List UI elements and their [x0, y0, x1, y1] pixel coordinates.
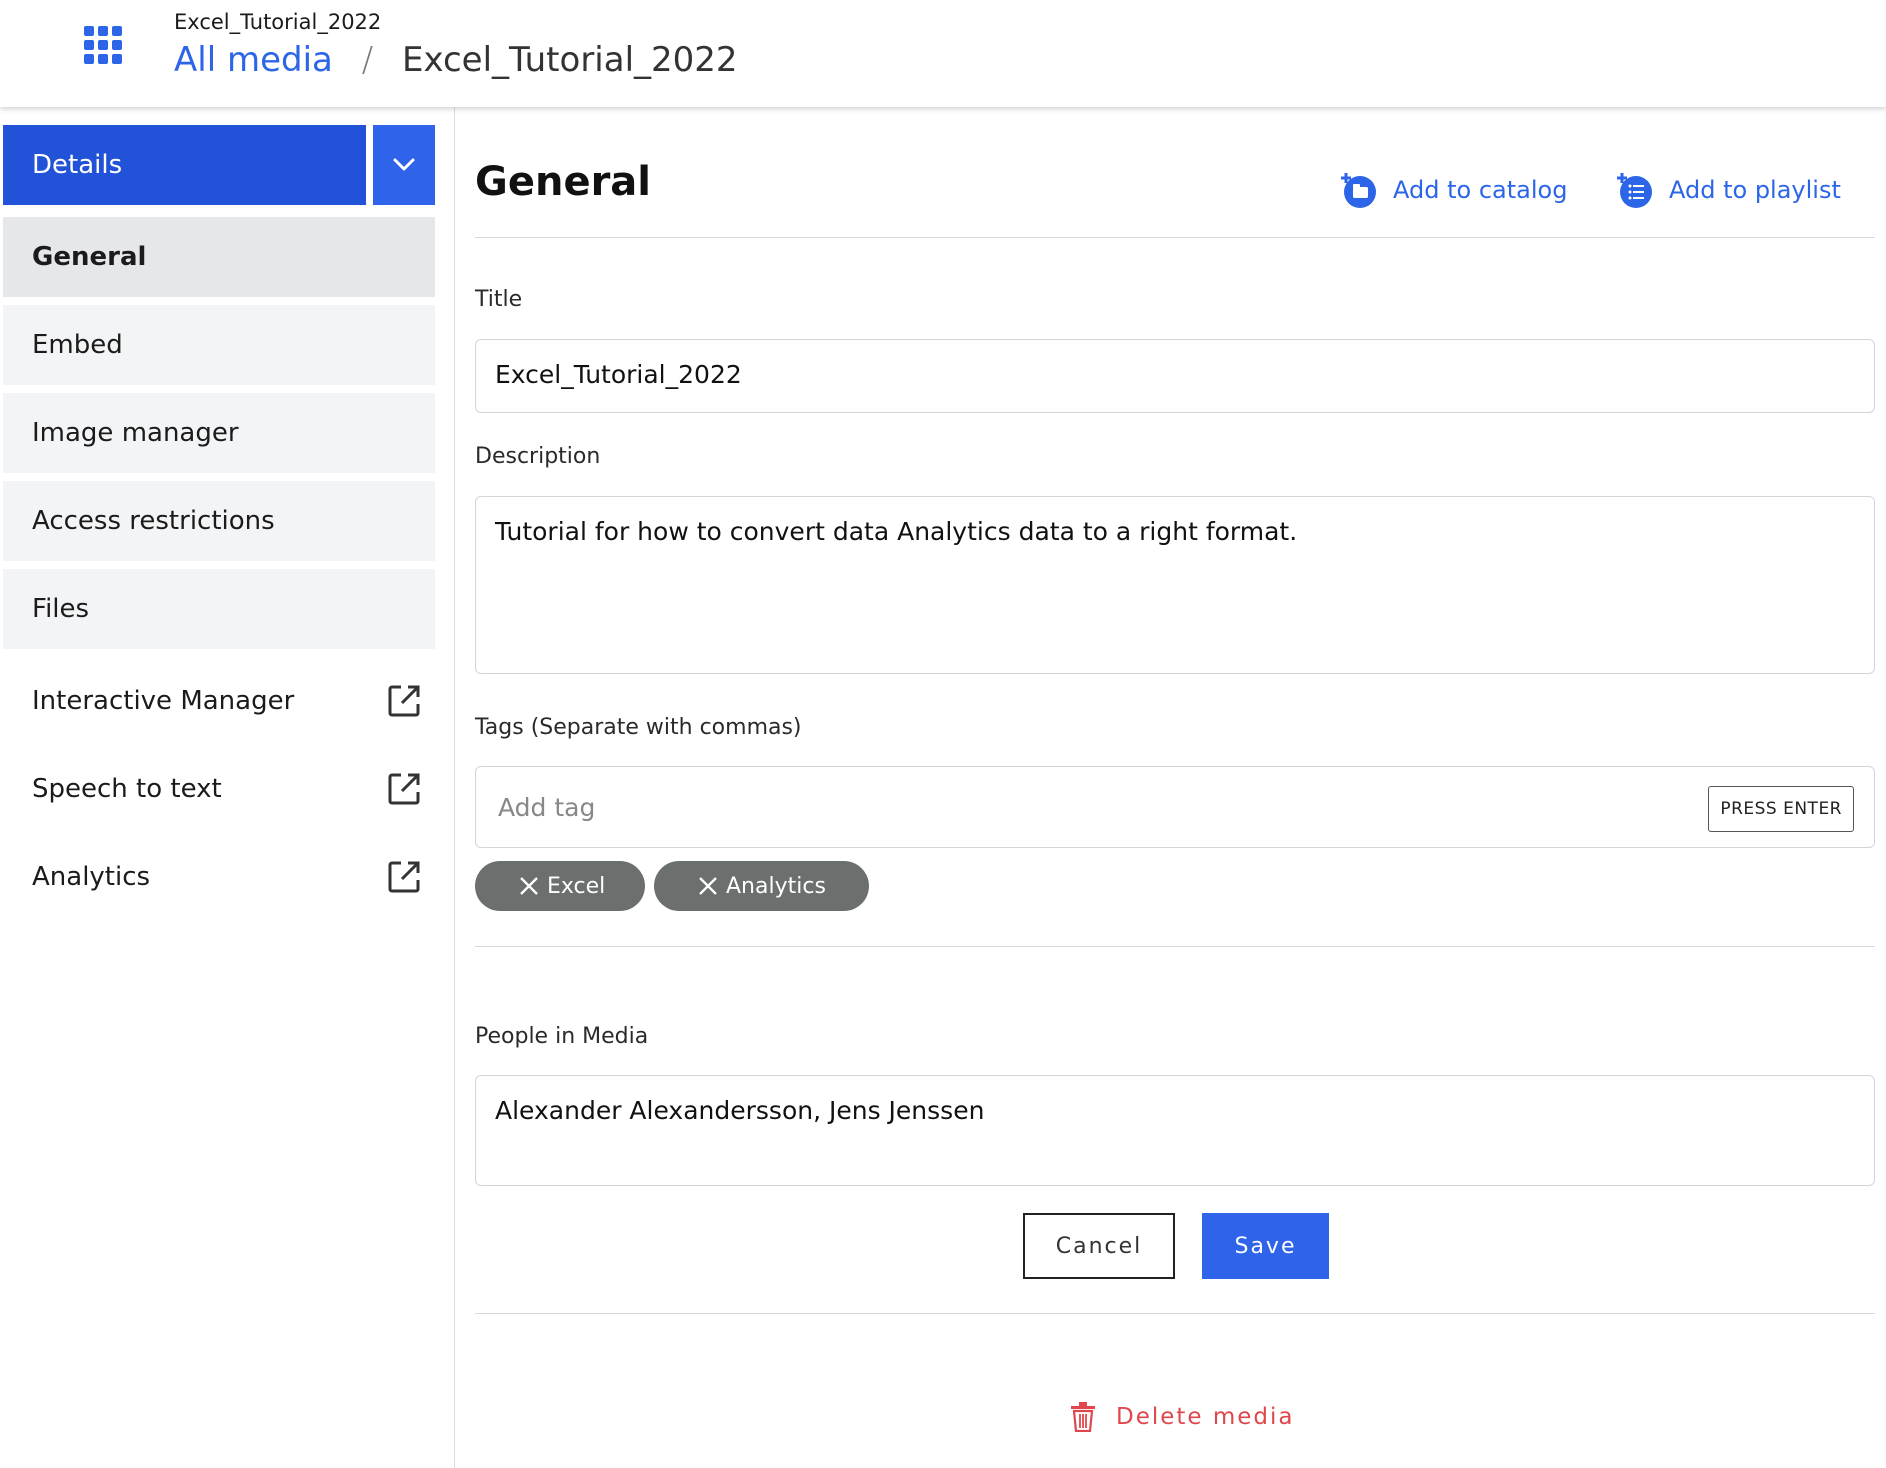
- close-icon[interactable]: [698, 876, 718, 896]
- chevron-down-icon: [393, 158, 415, 171]
- tags-input[interactable]: [498, 787, 1648, 827]
- delete-media-label: Delete media: [1116, 1404, 1295, 1430]
- details-toggle-button[interactable]: [373, 125, 435, 205]
- add-to-catalog-label: Add to catalog: [1393, 176, 1568, 204]
- details-button[interactable]: Details: [3, 125, 366, 205]
- external-link-icon: [388, 861, 420, 893]
- sidebar-link-label: Interactive Manager: [32, 686, 295, 716]
- trash-icon: [1071, 1402, 1095, 1432]
- breadcrumb: All media / Excel_Tutorial_2022: [174, 40, 738, 80]
- title-field[interactable]: Excel_Tutorial_2022: [475, 339, 1875, 413]
- sidebar: Details General Embed Image manager Acce…: [0, 107, 455, 1468]
- sidebar-item-general[interactable]: General: [3, 217, 435, 297]
- sidebar-item-embed[interactable]: Embed: [3, 305, 435, 385]
- divider: [475, 237, 1875, 238]
- sidebar-link-label: Speech to text: [32, 774, 222, 804]
- external-link-icon: [388, 685, 420, 717]
- cancel-button[interactable]: Cancel: [1023, 1213, 1175, 1279]
- sidebar-link-speech-to-text[interactable]: Speech to text: [3, 749, 435, 829]
- add-to-catalog-button[interactable]: Add to catalog: [1339, 171, 1567, 209]
- tag-chip-label: Analytics: [726, 873, 826, 899]
- tag-chip-label: Excel: [547, 873, 606, 899]
- divider: [475, 1313, 1875, 1314]
- breadcrumb-all-media-link[interactable]: All media: [174, 40, 333, 80]
- add-to-catalog-icon: [1341, 173, 1376, 208]
- description-field[interactable]: Tutorial for how to convert data Analyti…: [475, 496, 1875, 674]
- divider: [475, 946, 1875, 947]
- delete-media-button[interactable]: Delete media: [1070, 1402, 1295, 1432]
- sidebar-item-image-manager[interactable]: Image manager: [3, 393, 435, 473]
- close-icon[interactable]: [519, 876, 539, 896]
- add-to-playlist-icon: [1617, 173, 1652, 208]
- sidebar-link-label: Analytics: [32, 862, 151, 892]
- tags-label: Tags (Separate with commas): [475, 715, 802, 740]
- breadcrumb-current: Excel_Tutorial_2022: [401, 40, 738, 80]
- apps-grid-icon[interactable]: [84, 26, 122, 64]
- description-label: Description: [475, 444, 601, 469]
- external-link-icon: [388, 773, 420, 805]
- press-enter-hint: PRESS ENTER: [1708, 786, 1854, 832]
- people-field[interactable]: Alexander Alexandersson, Jens Jenssen: [475, 1075, 1875, 1186]
- tag-chip-analytics[interactable]: Analytics: [654, 861, 869, 911]
- save-button[interactable]: Save: [1202, 1213, 1329, 1279]
- top-header: Excel_Tutorial_2022 All media / Excel_Tu…: [0, 0, 1886, 107]
- sidebar-link-analytics[interactable]: Analytics: [3, 837, 435, 917]
- sidebar-link-interactive-manager[interactable]: Interactive Manager: [3, 661, 435, 741]
- people-label: People in Media: [475, 1024, 649, 1049]
- main-content: General Add to catalog Add to playlist T…: [475, 107, 1875, 1468]
- sidebar-item-access-restrictions[interactable]: Access restrictions: [3, 481, 435, 561]
- page-title: General: [475, 159, 651, 205]
- tags-input-wrapper: PRESS ENTER: [475, 766, 1875, 848]
- header-media-title: Excel_Tutorial_2022: [174, 10, 382, 34]
- sidebar-item-files[interactable]: Files: [3, 569, 435, 649]
- tag-chip-excel[interactable]: Excel: [475, 861, 645, 911]
- add-to-playlist-label: Add to playlist: [1669, 176, 1841, 204]
- title-label: Title: [475, 287, 523, 312]
- breadcrumb-separator: /: [361, 40, 374, 80]
- add-to-playlist-button[interactable]: Add to playlist: [1615, 171, 1841, 209]
